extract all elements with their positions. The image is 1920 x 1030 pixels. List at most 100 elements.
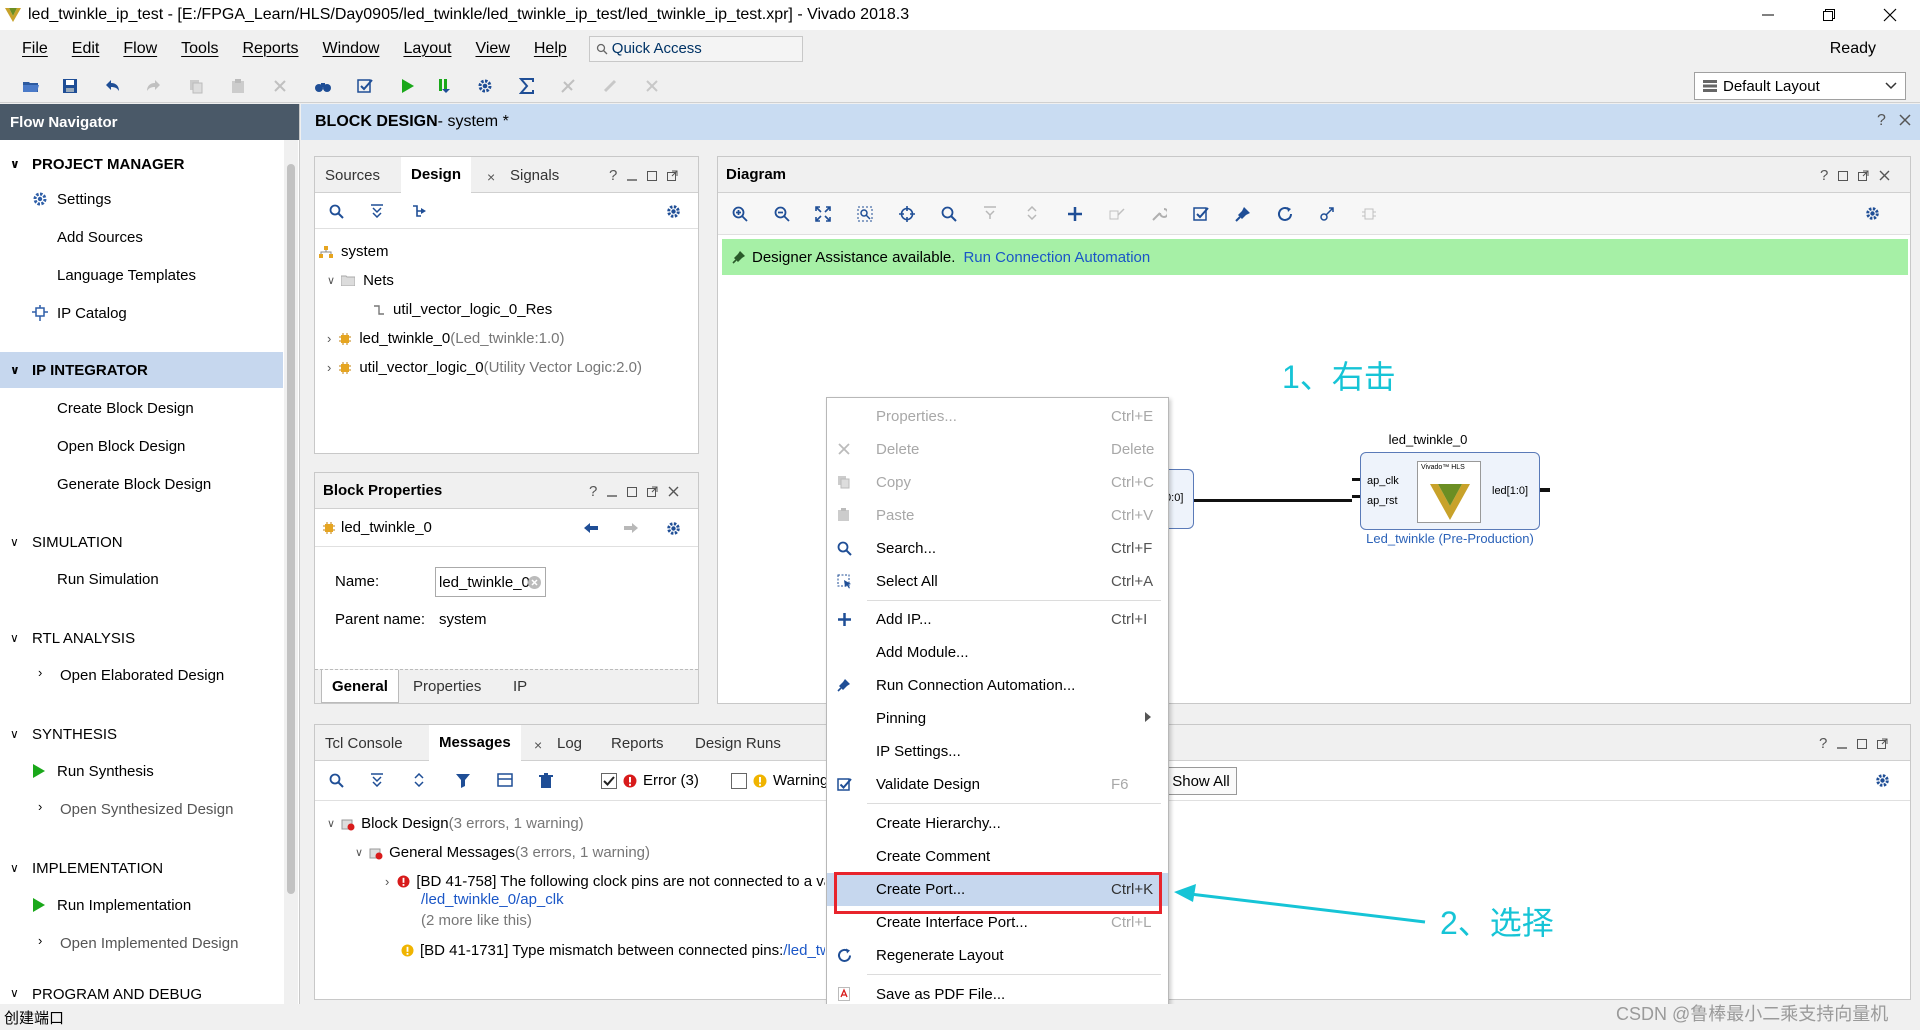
section-simulation[interactable]: ∨ SIMULATION xyxy=(0,524,283,560)
float-icon[interactable] xyxy=(1877,738,1888,749)
close-icon[interactable] xyxy=(668,486,679,497)
maximize-icon[interactable] xyxy=(1838,170,1849,181)
section-project-manager[interactable]: ∨ PROJECT MANAGER xyxy=(0,146,283,182)
section-rtl-analysis[interactable]: ∨ RTL ANALYSIS xyxy=(0,620,283,656)
menu-view[interactable]: View xyxy=(463,40,521,58)
section-implementation[interactable]: ∨ IMPLEMENTATION xyxy=(0,850,283,886)
tree-nets[interactable]: ∨ Nets xyxy=(327,266,394,295)
menu-window[interactable]: Window xyxy=(311,40,392,58)
back-arrow-icon[interactable] xyxy=(583,522,599,534)
search-icon[interactable] xyxy=(329,773,344,788)
close-icon[interactable] xyxy=(1899,114,1911,126)
nav-run-synthesis[interactable]: Run Synthesis xyxy=(0,753,283,789)
menu-edit[interactable]: Edit xyxy=(60,40,112,58)
run-icon[interactable] xyxy=(396,75,418,97)
section-program-debug[interactable]: ∨ PROGRAM AND DEBUG xyxy=(0,984,283,1004)
tab-properties[interactable]: Properties xyxy=(403,670,491,703)
led-twinkle-block[interactable]: ap_clk ap_rst Vivado™ HLS led[1:0] xyxy=(1360,452,1540,530)
menu-item-create-comment[interactable]: Create Comment xyxy=(827,840,1168,873)
gear-icon[interactable] xyxy=(666,204,681,219)
tab-design[interactable]: Design xyxy=(401,157,472,193)
menu-flow[interactable]: Flow xyxy=(111,40,169,58)
collapse-all-icon[interactable] xyxy=(370,773,384,787)
gear-icon[interactable] xyxy=(1875,773,1890,788)
nav-open-elaborated-design[interactable]: › Open Elaborated Design xyxy=(0,657,283,693)
refresh-icon[interactable] xyxy=(1277,206,1293,222)
nav-run-implementation[interactable]: Run Implementation xyxy=(0,887,283,923)
filter-icon[interactable] xyxy=(455,773,471,789)
zoom-area-icon[interactable] xyxy=(857,206,873,222)
help-icon[interactable]: ? xyxy=(589,483,597,500)
menu-item-add-module[interactable]: Add Module... xyxy=(827,636,1168,669)
tree-led-twinkle[interactable]: › led_twinkle_0 (Led_twinkle:1.0) xyxy=(327,324,564,353)
open-project-icon[interactable] xyxy=(20,75,42,97)
layout-select[interactable]: Default Layout xyxy=(1694,72,1906,100)
menu-reports[interactable]: Reports xyxy=(231,40,311,58)
name-field[interactable]: led_twinkle_0 xyxy=(435,567,546,597)
tab-sources[interactable]: Sources xyxy=(315,157,390,193)
float-icon[interactable] xyxy=(647,486,658,497)
validate-icon[interactable] xyxy=(1193,206,1209,222)
close-icon[interactable] xyxy=(1879,170,1890,181)
nav-generate-block-design[interactable]: Generate Block Design xyxy=(0,466,283,502)
minimize-icon[interactable] xyxy=(607,487,618,497)
msg-group-general[interactable]: ∨ General Messages (3 errors, 1 warning) xyxy=(355,838,650,867)
menu-layout[interactable]: Layout xyxy=(391,40,463,58)
msg-pin-link[interactable]: /led_twinkle_0/ap_clk xyxy=(421,888,564,910)
msg-more-link[interactable]: (2 more like this) xyxy=(421,909,532,931)
pin-icon[interactable] xyxy=(1235,206,1251,222)
tab-general[interactable]: General xyxy=(321,670,399,703)
menu-item-ip-settings[interactable]: IP Settings... xyxy=(827,735,1168,768)
gear-icon[interactable] xyxy=(1865,206,1880,221)
sigma-icon[interactable] xyxy=(516,75,538,97)
checkbox-unchecked-icon[interactable] xyxy=(731,772,747,789)
menu-item-create-hierarchy[interactable]: Create Hierarchy... xyxy=(827,807,1168,840)
binoculars-icon[interactable] xyxy=(312,75,334,97)
add-ip-icon[interactable] xyxy=(1067,206,1083,222)
collapse-all-icon[interactable] xyxy=(370,204,384,218)
close-tab-icon[interactable]: × xyxy=(487,169,495,185)
menu-file[interactable]: File xyxy=(10,40,60,58)
hierarchy-icon[interactable] xyxy=(412,204,427,218)
validate-icon[interactable] xyxy=(354,75,376,97)
tab-messages[interactable]: Messages xyxy=(429,725,521,761)
maximize-icon[interactable] xyxy=(627,486,638,497)
gear-icon[interactable] xyxy=(474,75,496,97)
help-icon[interactable]: ? xyxy=(1819,735,1827,752)
trash-icon[interactable] xyxy=(539,773,553,789)
minimize-button[interactable] xyxy=(1740,0,1796,30)
tab-reports[interactable]: Reports xyxy=(601,725,674,761)
zoom-in-icon[interactable] xyxy=(732,206,748,222)
error-filter[interactable]: Error (3) xyxy=(601,772,699,789)
msg-warning-row[interactable]: [BD 41-1731] Type mismatch between conne… xyxy=(401,936,825,965)
minimize-icon[interactable] xyxy=(627,171,638,181)
search-icon[interactable] xyxy=(941,206,957,222)
tab-design-runs[interactable]: Design Runs xyxy=(685,725,791,761)
target-icon[interactable] xyxy=(899,206,915,222)
checkbox-checked-icon[interactable] xyxy=(601,772,617,789)
show-all-button[interactable]: Show All xyxy=(1165,767,1237,795)
tab-log[interactable]: Log xyxy=(547,725,592,761)
nav-run-simulation[interactable]: Run Simulation xyxy=(0,561,283,597)
nav-settings[interactable]: Settings xyxy=(0,181,283,217)
close-window-button[interactable] xyxy=(1862,0,1918,30)
gear-icon[interactable] xyxy=(666,521,681,536)
help-icon[interactable]: ? xyxy=(1820,167,1828,184)
nav-ip-catalog[interactable]: IP Catalog xyxy=(0,295,283,331)
help-icon[interactable]: ? xyxy=(1877,112,1886,130)
menu-item-select-all[interactable]: Select All Ctrl+A xyxy=(827,565,1168,598)
menu-help[interactable]: Help xyxy=(522,40,579,58)
menu-item-search[interactable]: Search... Ctrl+F xyxy=(827,532,1168,565)
tree-net-item[interactable]: util_vector_logic_0_Res xyxy=(373,295,552,324)
maximize-icon[interactable] xyxy=(647,170,658,181)
section-synthesis[interactable]: ∨ SYNTHESIS xyxy=(0,716,283,752)
menu-item-pinning[interactable]: Pinning xyxy=(827,702,1168,735)
group-icon[interactable] xyxy=(497,773,513,787)
nav-add-sources[interactable]: Add Sources xyxy=(0,219,283,255)
msg-group-block-design[interactable]: ∨ Block Design (3 errors, 1 warning) xyxy=(327,809,584,838)
tab-signals[interactable]: Signals xyxy=(500,157,569,193)
nav-language-templates[interactable]: Language Templates xyxy=(0,257,283,293)
save-icon[interactable] xyxy=(59,75,81,97)
section-ip-integrator[interactable]: ∨ IP INTEGRATOR xyxy=(0,352,283,388)
float-icon[interactable] xyxy=(1858,170,1869,181)
